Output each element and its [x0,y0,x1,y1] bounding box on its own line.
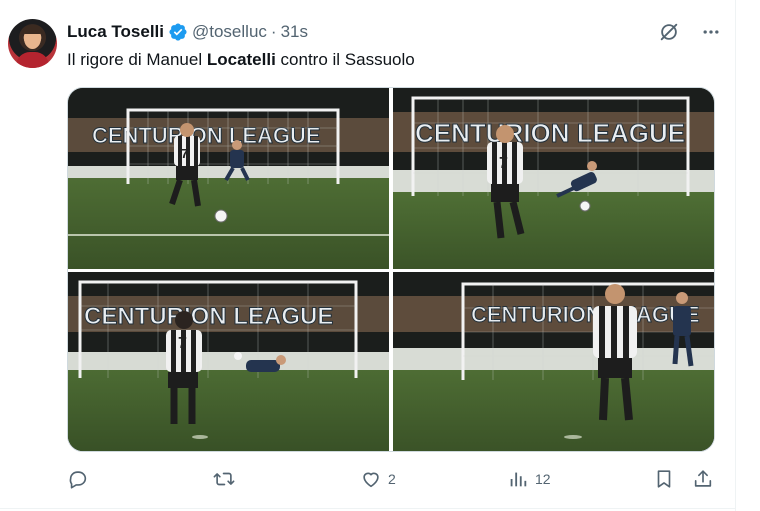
like-count: 2 [388,471,396,487]
avatar-shirt [16,52,49,68]
jersey-number: 7 [178,335,187,352]
jersey-number: 7 [499,155,508,172]
photo-banner-text: CENTURION LEAGUE [84,303,333,330]
verified-badge-icon[interactable] [168,22,188,42]
retweet-button[interactable] [212,468,242,490]
like-button[interactable]: 2 [360,468,396,490]
timestamp[interactable]: 31s [281,22,308,42]
penalty-runup-image: CENTURION LEAGUE 7 [68,88,389,269]
grok-icon[interactable] [657,20,681,44]
tweet-photo-2[interactable]: CENTURION LEAGUE 7 [393,88,714,269]
views-icon [510,472,527,487]
penalty-kick-image: CENTURION LEAGUE 7 [393,88,714,269]
dot-separator: · [270,22,277,41]
tweet-divider [0,508,736,509]
jersey-number: 7 [181,146,188,161]
avatar[interactable] [8,19,57,68]
tweet-photo-3[interactable]: CENTURION LEAGUE 7 [68,272,389,451]
tweet-header: Luca Toselli @toselluc · 31s [67,21,308,43]
player-celebration-image: CENTURION LEAGUE [393,272,714,451]
photo-banner-text: CENTURION LEAGUE [415,118,685,148]
more-icon[interactable] [699,20,723,44]
tweet-actions-bar: 2 12 [0,468,736,492]
retweet-icon [213,472,235,486]
user-handle[interactable]: @toselluc [192,22,267,42]
reply-icon [69,471,87,489]
tweet-text-bold: Locatelli [206,50,276,69]
bookmark-button[interactable] [653,468,675,490]
bookmark-icon [657,470,671,488]
reply-button[interactable] [67,468,95,490]
share-button[interactable] [692,468,714,490]
tweet-top-actions [657,20,723,44]
timeline-right-border [735,0,736,511]
tweet-photo-1[interactable]: CENTURION LEAGUE 7 [68,88,389,269]
display-name[interactable]: Luca Toselli [67,22,164,42]
share-icon [694,470,712,487]
photo-banner-text: CENTURION LEAGUE [92,123,321,148]
media-grid: CENTURION LEAGUE 7 CENTURION LEAGUE 7 CE… [67,87,715,452]
avatar-hair [23,25,42,34]
views-button[interactable]: 12 [507,468,551,490]
tweet-text: Il rigore di Manuel Locatelli contro il … [67,49,415,71]
tweet-text-end: contro il Sassuolo [275,50,415,69]
views-count: 12 [535,471,551,487]
penalty-goal-image: CENTURION LEAGUE 7 [68,272,389,451]
tweet-photo-4[interactable]: CENTURION LEAGUE [393,272,714,451]
tweet-text-start: Il rigore di Manuel [67,50,207,69]
heart-icon [363,472,379,488]
photo-banner-text: CENTURION LEAGUE [471,302,700,327]
